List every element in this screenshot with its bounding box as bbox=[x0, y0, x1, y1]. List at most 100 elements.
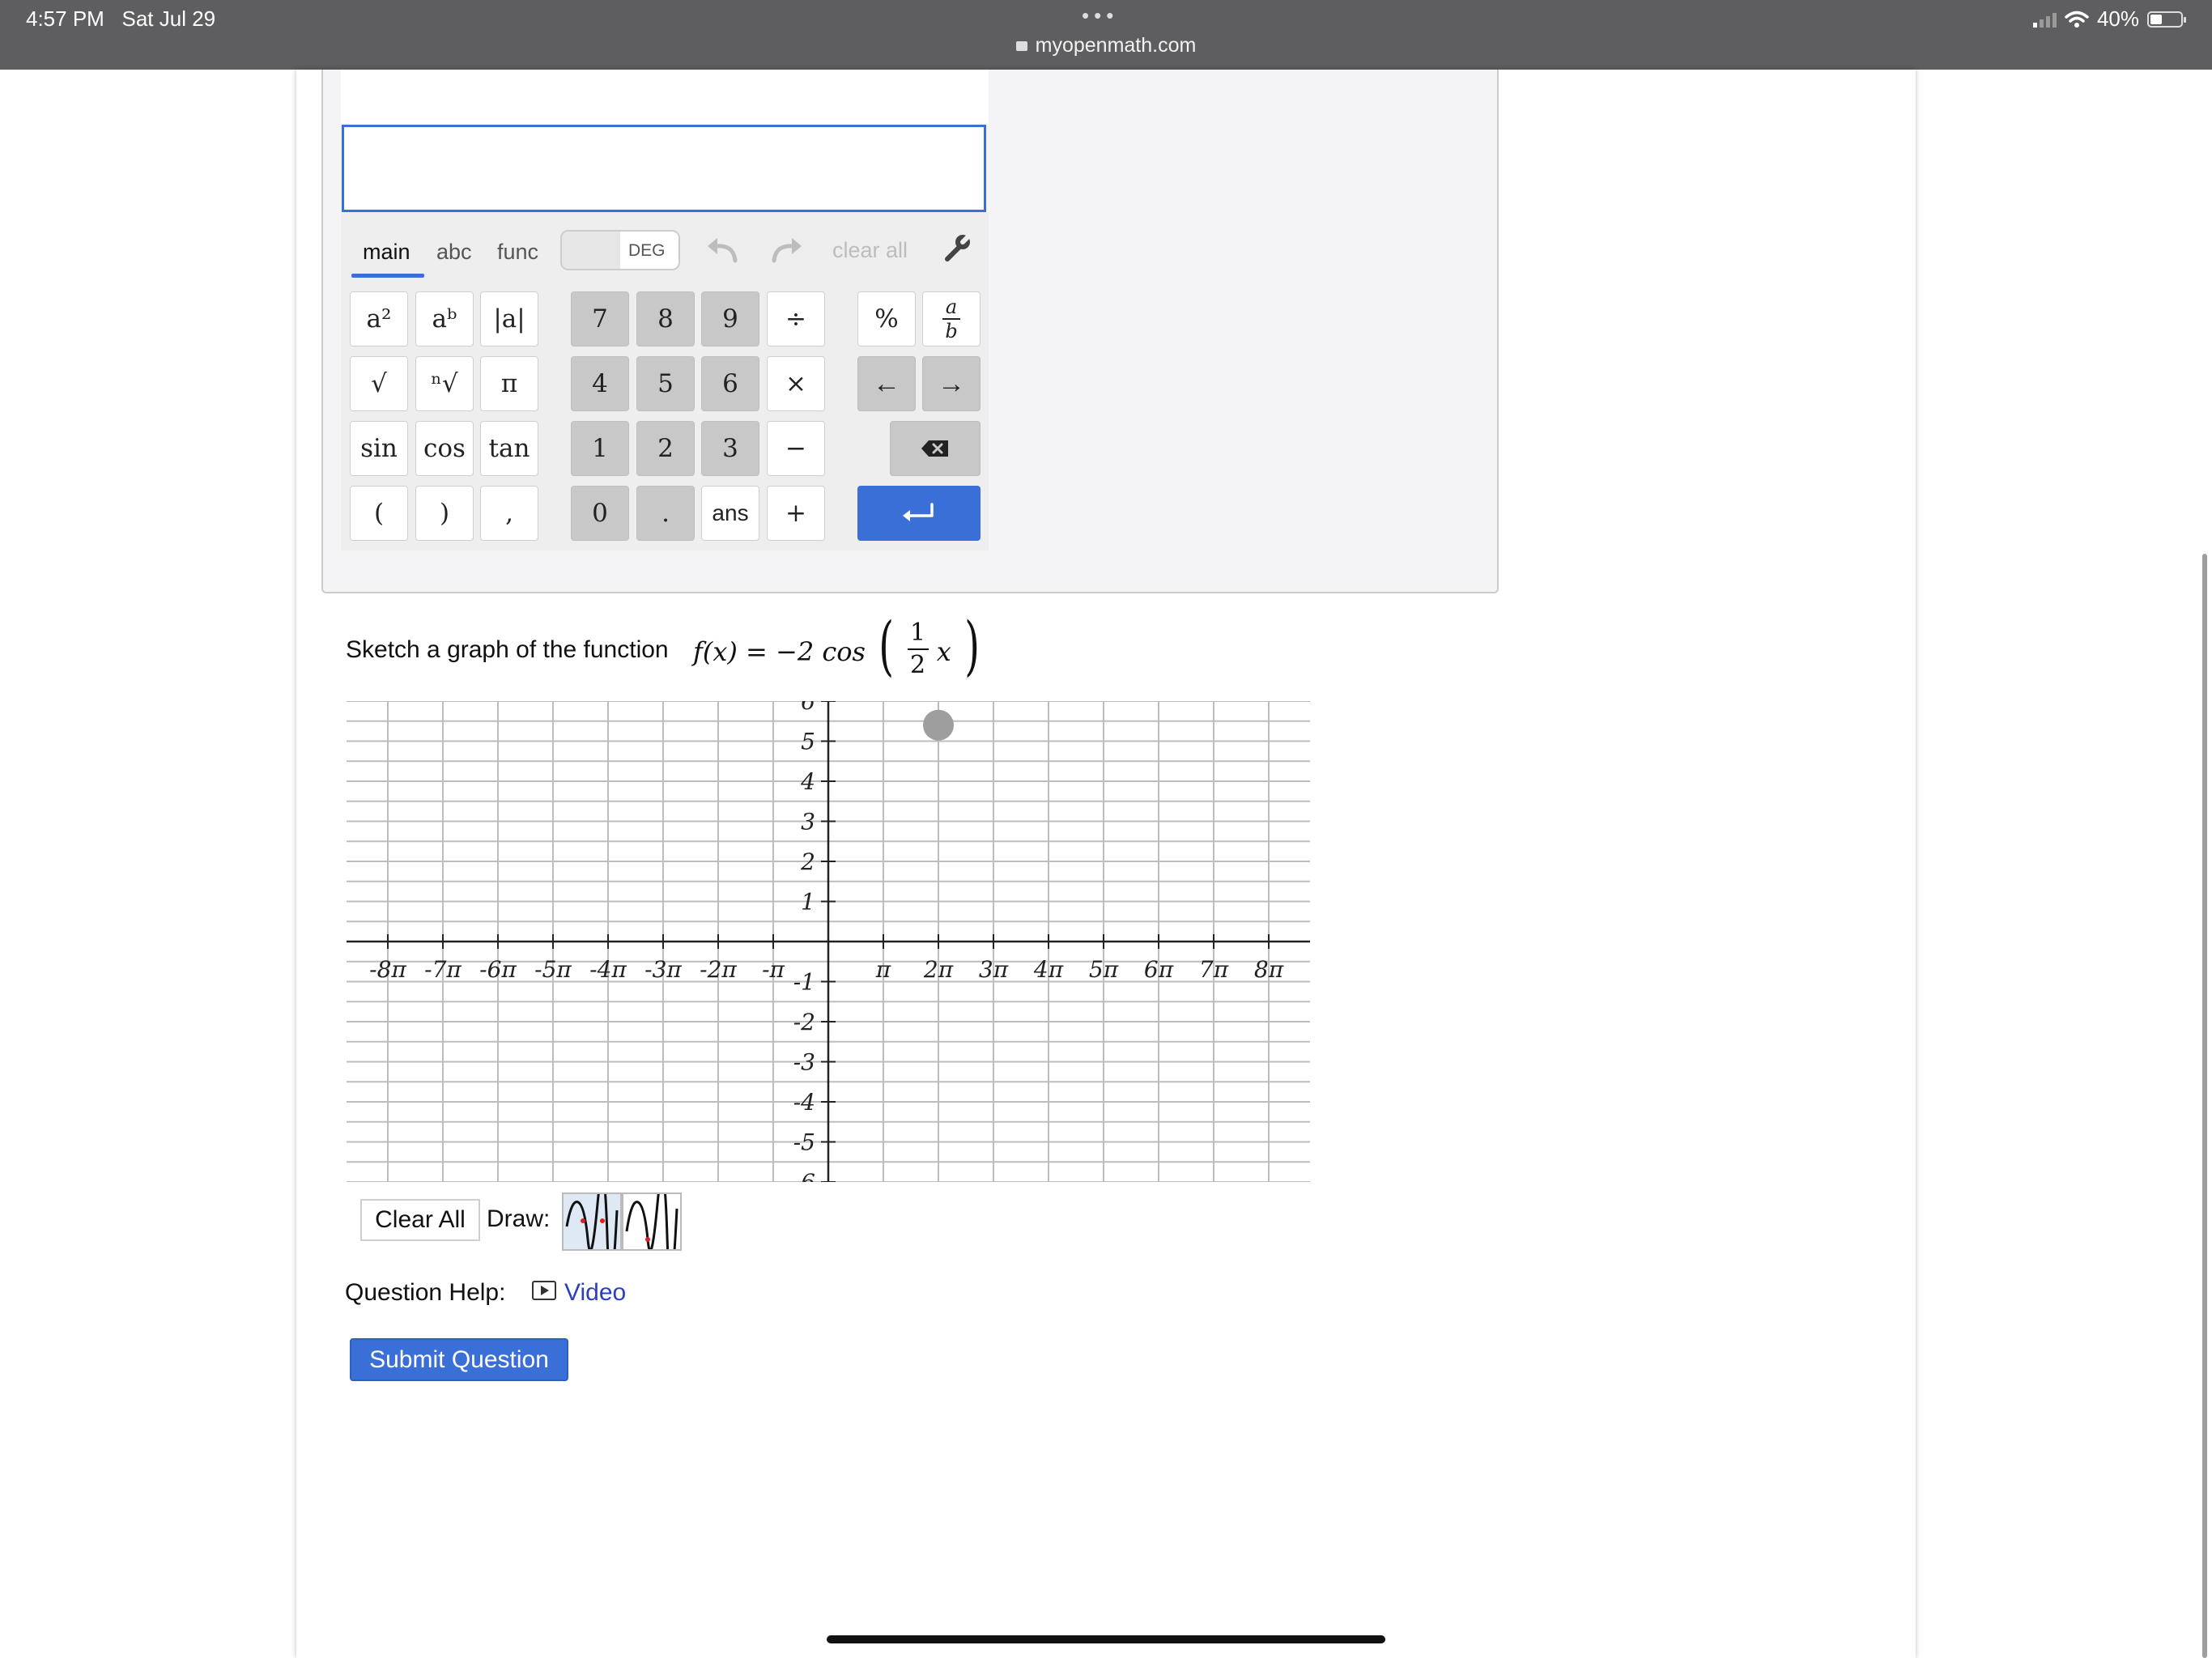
calculator-display bbox=[341, 70, 989, 125]
y-tick-label: 4 bbox=[800, 768, 815, 795]
address-bar[interactable]: myopenmath.com bbox=[0, 34, 2212, 57]
key-8[interactable]: 8 bbox=[636, 291, 695, 346]
wrench-icon[interactable] bbox=[941, 232, 973, 264]
toggle-knob bbox=[562, 232, 620, 269]
key-9[interactable]: 9 bbox=[701, 291, 759, 346]
backspace-icon bbox=[921, 440, 948, 457]
tab-abc[interactable]: abc bbox=[436, 240, 472, 265]
url-text: myopenmath.com bbox=[1035, 34, 1197, 57]
battery-icon bbox=[2147, 11, 2186, 28]
key-minus[interactable]: − bbox=[767, 421, 825, 476]
key-7[interactable]: 7 bbox=[571, 291, 629, 346]
x-tick-label: -7π bbox=[424, 956, 462, 983]
x-tick-label: -π bbox=[762, 956, 785, 983]
status-indicators: 40% bbox=[2032, 6, 2186, 32]
function-expression: f(x) = −2 cos ( 1 2 x ) bbox=[693, 614, 985, 682]
home-indicator[interactable] bbox=[827, 1635, 1385, 1643]
key-divide[interactable]: ÷ bbox=[767, 291, 825, 346]
key-0[interactable]: 0 bbox=[571, 486, 629, 541]
key-cos[interactable]: cos bbox=[415, 421, 474, 476]
status-bar: 4:57 PM Sat Jul 29 ••• myopenmath.com 40… bbox=[0, 0, 2212, 70]
x-tick-label: -8π bbox=[369, 956, 406, 983]
tab-func[interactable]: func bbox=[497, 240, 538, 265]
x-tick-label: -5π bbox=[534, 956, 572, 983]
clear-all-calc-button[interactable]: clear all bbox=[832, 238, 908, 263]
y-tick-label: 1 bbox=[801, 889, 815, 916]
key-square[interactable]: a² bbox=[350, 291, 408, 346]
key-backspace[interactable] bbox=[890, 421, 981, 476]
tab-main[interactable]: main bbox=[363, 240, 410, 265]
y-tick-label: 2 bbox=[800, 848, 815, 875]
key-nthroot[interactable]: ⁿ√ bbox=[415, 356, 474, 411]
multitask-dots-icon[interactable]: ••• bbox=[1082, 3, 1118, 28]
undo-icon[interactable] bbox=[703, 236, 742, 266]
key-power[interactable]: aᵇ bbox=[415, 291, 474, 346]
draw-cosine-tool[interactable] bbox=[622, 1174, 682, 1282]
submit-question-button[interactable]: Submit Question bbox=[350, 1338, 568, 1381]
y-tick-label: 5 bbox=[801, 729, 815, 755]
fraction: 1 2 bbox=[907, 619, 929, 679]
cosine-wave-icon bbox=[625, 1174, 678, 1282]
key-sin[interactable]: sin bbox=[350, 421, 408, 476]
key-enter[interactable] bbox=[857, 486, 981, 541]
draw-label: Draw: bbox=[487, 1205, 551, 1232]
redo-icon[interactable] bbox=[768, 236, 806, 266]
time-text: 4:57 PM bbox=[26, 6, 104, 31]
graph-axes bbox=[347, 701, 1310, 1182]
x-tick-label: π bbox=[875, 956, 891, 983]
active-tab-indicator bbox=[351, 274, 424, 278]
signal-icon bbox=[2032, 11, 2057, 28]
fraction-num: 1 bbox=[909, 619, 926, 647]
clear-all-button[interactable]: Clear All bbox=[360, 1199, 480, 1241]
graph-point[interactable] bbox=[923, 709, 954, 741]
key-4[interactable]: 4 bbox=[571, 356, 629, 411]
function-var: x bbox=[936, 636, 951, 667]
lock-icon bbox=[1015, 41, 1027, 51]
key-multiply[interactable]: × bbox=[767, 356, 825, 411]
key-3[interactable]: 3 bbox=[701, 421, 759, 476]
y-tick-label: 3 bbox=[801, 809, 815, 835]
graph-canvas[interactable]: -8π -7π -6π -5π -4π -3π -2π -π π 2π 3π 4π 5π 6π 7π 8π 6… bbox=[347, 701, 1310, 1182]
video-icon[interactable] bbox=[532, 1281, 556, 1300]
key-left-arrow[interactable]: ← bbox=[857, 356, 916, 411]
key-tan[interactable]: tan bbox=[480, 421, 538, 476]
key-sqrt[interactable]: √ bbox=[350, 356, 408, 411]
x-tick-label: 3π bbox=[979, 956, 1009, 983]
x-tick-label: -3π bbox=[644, 956, 682, 983]
video-link[interactable]: Video bbox=[564, 1279, 626, 1307]
fraction-den: 2 bbox=[909, 651, 926, 679]
x-tick-label: -2π bbox=[700, 956, 737, 983]
wifi-icon bbox=[2065, 11, 2089, 28]
y-tick-label: -1 bbox=[793, 969, 815, 996]
y-tick-label: -3 bbox=[793, 1049, 815, 1076]
x-tick-label: 6π bbox=[1144, 956, 1174, 983]
calculator-input[interactable] bbox=[342, 125, 986, 212]
key-percent[interactable]: % bbox=[857, 291, 916, 346]
key-fraction[interactable]: a b bbox=[922, 291, 981, 346]
key-comma[interactable]: , bbox=[480, 486, 538, 541]
deg-label: DEG bbox=[628, 241, 666, 260]
key-left-paren[interactable]: ( bbox=[350, 486, 408, 541]
key-ans[interactable]: ans bbox=[701, 486, 759, 541]
key-pi[interactable]: π bbox=[480, 356, 538, 411]
x-tick-label: -6π bbox=[479, 956, 517, 983]
question-help-label: Question Help: bbox=[345, 1279, 506, 1306]
key-right-arrow[interactable]: → bbox=[922, 356, 981, 411]
key-right-paren[interactable]: ) bbox=[415, 486, 474, 541]
scrollbar[interactable] bbox=[2202, 554, 2207, 1658]
angle-mode-toggle[interactable]: DEG bbox=[560, 230, 680, 270]
fraction-denominator: b bbox=[945, 320, 958, 342]
x-tick-label: 4π bbox=[1033, 956, 1064, 983]
y-tick-label: -2 bbox=[793, 1009, 815, 1035]
question-prompt: Sketch a graph of the function bbox=[346, 636, 669, 663]
key-5[interactable]: 5 bbox=[636, 356, 695, 411]
key-decimal[interactable]: . bbox=[636, 486, 695, 541]
key-2[interactable]: 2 bbox=[636, 421, 695, 476]
key-plus[interactable]: + bbox=[767, 486, 825, 541]
fraction-line bbox=[907, 648, 929, 650]
key-1[interactable]: 1 bbox=[571, 421, 629, 476]
draw-sine-tool-selected[interactable] bbox=[562, 1174, 622, 1283]
key-6[interactable]: 6 bbox=[701, 356, 759, 411]
y-tick-label: -5 bbox=[793, 1129, 815, 1156]
key-abs[interactable]: |a| bbox=[480, 291, 538, 346]
